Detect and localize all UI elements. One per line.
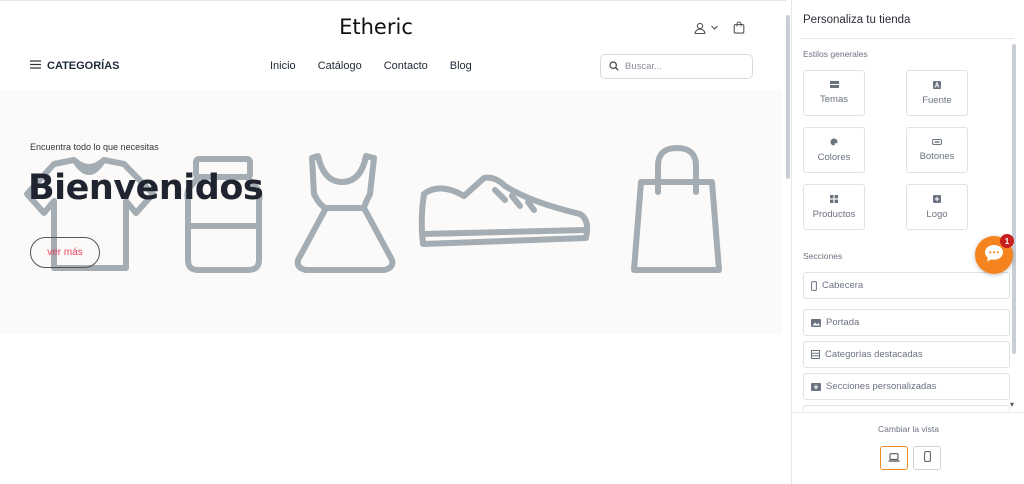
mobile-icon xyxy=(811,280,817,291)
tile-colores[interactable]: Colores xyxy=(803,127,865,173)
divider xyxy=(800,38,1014,39)
section-secciones-personalizadas[interactable]: Secciones personalizadas xyxy=(803,373,1010,400)
tile-label: Logo xyxy=(926,208,948,220)
tile-botones[interactable]: Botones xyxy=(906,127,968,173)
list-icon xyxy=(811,350,820,359)
search-input[interactable] xyxy=(625,61,735,72)
tile-label: Botones xyxy=(919,150,955,162)
mobile-view-button[interactable] xyxy=(913,446,941,470)
header-icons xyxy=(694,21,745,34)
chat-notification-badge: 1 xyxy=(1000,234,1014,248)
section-cabecera[interactable]: Cabecera xyxy=(803,272,1010,299)
nav-contacto[interactable]: Contacto xyxy=(384,60,428,72)
grid-icon xyxy=(830,194,838,203)
general-styles-label: Estilos generales xyxy=(803,49,868,59)
section-label: Cabecera xyxy=(822,280,864,291)
section-row-partial[interactable] xyxy=(803,405,1010,411)
shopping-bag-icon xyxy=(631,145,722,273)
divider xyxy=(792,412,1024,413)
section-portada[interactable]: Portada xyxy=(803,309,1010,336)
section-categorias-destacadas[interactable]: Categorías destacadas xyxy=(803,341,1010,368)
tile-label: Colores xyxy=(817,151,851,163)
nav-catalogo[interactable]: Catálogo xyxy=(318,60,362,72)
tile-temas[interactable]: Temas xyxy=(803,70,865,116)
chevron-down-icon[interactable] xyxy=(710,23,719,32)
laptop-icon xyxy=(888,449,900,467)
hero-title: Bienvenidos xyxy=(28,168,264,208)
hero-product-art xyxy=(24,145,722,273)
user-icon[interactable] xyxy=(694,22,706,34)
tile-productos[interactable]: Productos xyxy=(803,184,865,230)
tile-label: Temas xyxy=(820,94,848,105)
categories-label: CATEGORÍAS xyxy=(47,60,120,72)
categories-menu-button[interactable]: CATEGORÍAS xyxy=(30,60,120,72)
tile-label: Productos xyxy=(812,208,856,220)
button-icon xyxy=(932,138,942,145)
mobile-icon xyxy=(923,449,931,467)
hero-cta-button[interactable]: ver más xyxy=(30,237,100,268)
tile-logo[interactable]: Logo xyxy=(906,184,968,230)
scroll-down-icon[interactable]: ▾ xyxy=(1010,400,1014,409)
section-label: Portada xyxy=(826,317,860,328)
preview-scrollbar[interactable] xyxy=(786,15,790,179)
tile-fuente[interactable]: Fuente xyxy=(906,70,968,116)
sneaker-icon xyxy=(418,174,591,247)
search-icon[interactable] xyxy=(609,58,619,76)
main-nav: Inicio Catálogo Contacto Blog xyxy=(270,60,472,72)
dress-icon xyxy=(294,153,396,273)
search-box xyxy=(600,54,753,79)
store-preview: Etheric CATEGORÍAS Inicio Catálogo Conta… xyxy=(0,0,790,484)
nav-inicio[interactable]: Inicio xyxy=(270,60,296,72)
section-label: Categorías destacadas xyxy=(825,349,923,360)
panel-scrollbar[interactable] xyxy=(1012,44,1016,354)
font-icon xyxy=(933,80,941,89)
theme-icon xyxy=(829,81,839,88)
nav-blog[interactable]: Blog xyxy=(450,60,472,72)
tile-label: Fuente xyxy=(922,94,952,106)
image-icon xyxy=(811,318,821,327)
plus-box-icon xyxy=(811,382,821,391)
store-brand[interactable]: Etheric xyxy=(0,15,752,39)
logo-icon xyxy=(933,194,941,203)
palette-icon xyxy=(830,138,838,146)
sections-label: Secciones xyxy=(803,251,843,261)
shopping-bag-icon[interactable] xyxy=(733,21,745,34)
section-label: Secciones personalizadas xyxy=(826,381,937,392)
view-toggle-label: Cambiar la vista xyxy=(878,424,939,434)
hero-subtitle: Encuentra todo lo que necesitas xyxy=(30,142,159,152)
desktop-view-button[interactable] xyxy=(880,446,908,470)
panel-title: Personaliza tu tienda xyxy=(803,14,911,26)
hero-banner: Encuentra todo lo que necesitas Bienveni… xyxy=(0,90,782,334)
hamburger-icon xyxy=(30,60,41,72)
